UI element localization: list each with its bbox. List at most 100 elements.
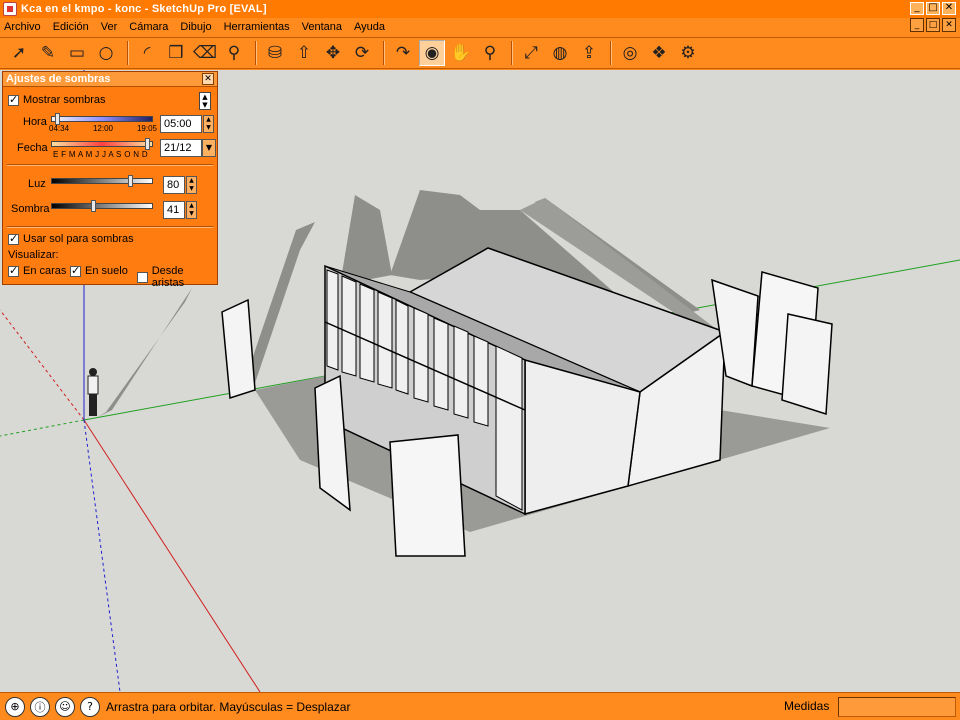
light-spinner[interactable]: ▲ ▼ <box>186 176 197 194</box>
on-ground-label: En suelo <box>85 265 128 277</box>
date-slider-knob[interactable] <box>145 138 150 150</box>
rectangle-icon[interactable]: ▭ <box>64 40 90 66</box>
dark-slider-knob[interactable] <box>91 200 96 212</box>
time-spinner[interactable]: ▲ ▼ <box>203 115 214 133</box>
show-shadows-checkbox[interactable] <box>8 93 19 106</box>
menu-edicion[interactable]: Edición <box>53 21 89 33</box>
left-panel-shadow <box>245 222 315 392</box>
show-shadows-row: Mostrar sombras <box>8 93 106 106</box>
tape-measure-icon[interactable]: ⚲ <box>221 40 247 66</box>
light-label: Luz <box>28 178 46 190</box>
light-slider-knob[interactable] <box>128 175 133 187</box>
close-button[interactable]: ✕ <box>942 2 956 15</box>
rotate-icon[interactable]: ⟳ <box>349 40 375 66</box>
menu-ayuda[interactable]: Ayuda <box>354 21 385 33</box>
date-input[interactable]: 21/12 <box>160 139 202 157</box>
from-edges-label: Desde aristas <box>151 265 185 289</box>
doc-restore-button[interactable]: □ <box>926 18 940 32</box>
select-icon[interactable]: ➚ <box>6 40 32 66</box>
move-icon[interactable]: ✥ <box>320 40 346 66</box>
on-faces-label: En caras <box>23 265 67 277</box>
account-icon[interactable]: ☺ <box>55 696 75 717</box>
get-models-icon[interactable]: ◍ <box>547 40 573 66</box>
shadow-panel-close-button[interactable]: ✕ <box>202 73 214 85</box>
menu-dibujo[interactable]: Dibujo <box>180 21 211 33</box>
zoom-extents-icon[interactable]: ⤢ <box>518 40 544 66</box>
red-axis-dashed <box>0 309 85 421</box>
title-bar: Kса en el kmpo - konc - SketchUp Pro [EV… <box>0 0 960 18</box>
menu-bar: Archivo Edición Ver Cámara Dibujo Herram… <box>0 18 960 36</box>
share-model-icon[interactable]: ⇪ <box>576 40 602 66</box>
help-icon[interactable]: ? <box>80 696 100 717</box>
panel-front-2 <box>389 434 466 557</box>
status-hint: Arrastra para orbitar. Mayúsculas = Desp… <box>106 699 351 714</box>
from-edges-row: Desde aristas <box>137 265 217 289</box>
circle-icon[interactable]: ○ <box>93 40 119 66</box>
time-tick: 04:34 <box>49 124 70 133</box>
pan-icon[interactable]: ✋ <box>448 40 474 66</box>
blue-axis-dashed <box>83 419 121 692</box>
from-edges-checkbox[interactable] <box>137 271 148 283</box>
maximize-button[interactable]: □ <box>926 2 940 15</box>
use-sun-row: Usar sol para sombras <box>8 232 134 245</box>
menu-ventana[interactable]: Ventana <box>302 21 342 33</box>
panel-right-3 <box>781 313 833 416</box>
date-dropdown-button[interactable]: ▼ <box>202 139 216 157</box>
time-slider[interactable] <box>51 113 153 125</box>
doc-close-button[interactable]: ✕ <box>942 18 956 32</box>
light-slider[interactable] <box>51 175 153 187</box>
dark-spinner[interactable]: ▲ ▼ <box>186 201 197 219</box>
shadow-panel-header[interactable]: Ajustes de sombras <box>3 72 217 87</box>
arc-icon[interactable]: ◜ <box>134 40 160 66</box>
make-component-icon[interactable]: ❒ <box>163 40 189 66</box>
menu-camara[interactable]: Cámara <box>129 21 168 33</box>
measures-input[interactable] <box>838 697 956 717</box>
window-title: Kса en el kmpo - konc - SketchUp Pro [EV… <box>21 3 267 15</box>
credits-icon[interactable]: ⓘ <box>30 696 50 717</box>
eraser-icon[interactable]: ⌫ <box>192 40 218 66</box>
dark-label: Sombra <box>11 203 50 215</box>
google-earth-icon[interactable]: ◎ <box>617 40 643 66</box>
light-input[interactable]: 80 <box>163 176 185 194</box>
main-toolbar: ➚ ✎ ▭ ○ ◜ ❒ ⌫ ⚲ ⛁ ⇧ ✥ ⟳ ↷ ◉ ✋ ⚲ ⤢ ◍ ⇪ ◎ ❖ ⚙ <box>0 37 960 69</box>
dark-slider[interactable] <box>51 200 153 212</box>
push-pull-icon[interactable]: ⇧ <box>291 40 317 66</box>
toolbar-separator <box>255 41 257 65</box>
zoom-icon[interactable]: ⚲ <box>477 40 503 66</box>
pencil-icon[interactable]: ✎ <box>35 40 61 66</box>
use-sun-checkbox[interactable] <box>8 232 19 245</box>
person-shadow <box>98 288 192 417</box>
panel-divider <box>7 226 213 228</box>
on-ground-row: En suelo <box>70 264 128 277</box>
scale-figure <box>87 368 99 416</box>
extension-icon[interactable]: ⚙ <box>675 40 701 66</box>
roof-shadow-1 <box>340 195 392 285</box>
toolbar-separator <box>610 41 612 65</box>
shadow-panel-collapse-button[interactable]: ▲ ▼ <box>199 92 211 110</box>
green-axis-dashed <box>0 419 85 437</box>
time-label: Hora <box>23 116 47 128</box>
minimize-button[interactable]: _ <box>910 2 924 15</box>
menu-archivo[interactable]: Archivo <box>4 21 41 33</box>
geolocation-icon[interactable]: ⊕ <box>5 696 25 717</box>
sketchup-app-icon[interactable] <box>3 2 17 16</box>
toolbar-separator <box>383 41 385 65</box>
doc-minimize-button[interactable]: _ <box>910 18 924 32</box>
on-ground-checkbox[interactable] <box>70 264 81 277</box>
paint-bucket-icon[interactable]: ⛁ <box>262 40 288 66</box>
orbit-icon[interactable]: ◉ <box>419 40 445 66</box>
menu-ver[interactable]: Ver <box>101 21 118 33</box>
use-sun-label: Usar sol para sombras <box>23 233 134 245</box>
shadow-settings-panel: Ajustes de sombras ✕ ▲▼ Mostrar sombras … <box>2 71 218 289</box>
dark-input[interactable]: 41 <box>163 201 185 219</box>
components-icon[interactable]: ❖ <box>646 40 672 66</box>
on-faces-checkbox[interactable] <box>8 264 19 277</box>
panel-left <box>221 298 256 399</box>
follow-me-icon[interactable]: ↷ <box>390 40 416 66</box>
date-label: Fecha <box>17 142 48 154</box>
date-slider[interactable] <box>51 138 153 150</box>
time-input[interactable]: 05:00 <box>160 115 202 133</box>
date-ticks: E F M A M J J A S O N D <box>53 150 148 159</box>
menu-herramientas[interactable]: Herramientas <box>224 21 290 33</box>
on-faces-row: En caras <box>8 264 67 277</box>
